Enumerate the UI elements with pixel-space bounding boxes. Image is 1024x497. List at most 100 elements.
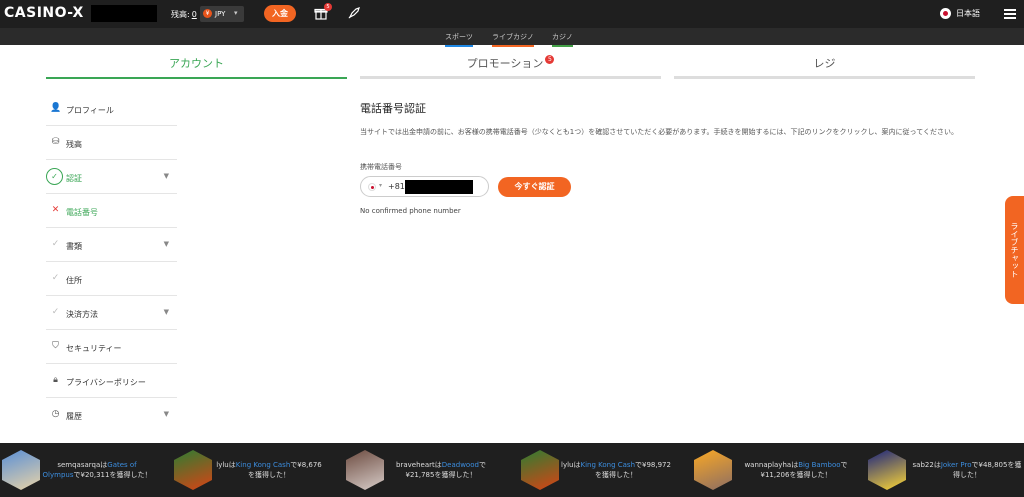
winner-text: semqasarqaはGates of Olympusで¥20,311を獲得した… [42, 461, 152, 479]
sidebar-item-label: プライバシーポリシー [66, 378, 146, 387]
sidebar-item-label: 電話番号 [66, 208, 98, 217]
sidebar-item-label: 決済方法 [66, 310, 98, 319]
winner-text: wannaplayhaはBig Bambooで¥11,206を獲得した！ [744, 461, 848, 479]
subnav-live-casino[interactable]: ライブカジノ [492, 32, 534, 47]
win-amount: ¥21,785 [405, 471, 435, 479]
tab-account[interactable]: アカウント [46, 55, 347, 79]
chevron-down-icon[interactable]: ▾ [379, 182, 382, 189]
winner-text: lyluはKing Kong Cashで¥98,972を獲得した！ [561, 461, 671, 479]
balance-value[interactable]: 0 [192, 10, 197, 19]
game-thumbnail[interactable] [521, 450, 559, 490]
winner-text-post: を獲得した！ [595, 471, 637, 479]
phone-number-input[interactable]: ▾ +81 [360, 176, 489, 197]
lock-icon: 🔒︎ [53, 375, 58, 385]
coins-icon: ⛁ [51, 137, 60, 147]
winner-user: lylu [561, 461, 574, 469]
language-selector[interactable]: 日本語 [940, 8, 980, 19]
verify-now-button[interactable]: 今すぐ認証 [498, 177, 571, 197]
sidebar-item-balance[interactable]: ⛁ 残高 [46, 126, 177, 160]
page-title: 電話番号認証 [360, 102, 426, 115]
win-amount: ¥48,805 [978, 461, 1008, 469]
live-chat-button[interactable]: ライブチャット [1005, 196, 1024, 304]
tab-account-label: アカウント [169, 57, 224, 70]
sidebar-item-label: 認証 [66, 174, 82, 183]
win-amount: ¥8,676 [297, 461, 322, 469]
shield-icon: ⛉ [52, 341, 59, 351]
game-link[interactable]: Big Bamboo [798, 461, 840, 469]
chevron-down-icon: ▼ [163, 308, 169, 316]
redacted-username [91, 5, 157, 22]
win-amount: ¥98,972 [642, 461, 671, 469]
winner-text-pre: で [971, 461, 979, 469]
sidebar-item-profile[interactable]: 👤 プロフィール [46, 92, 177, 126]
sidebar-item-label: 住所 [66, 276, 82, 285]
verified-user-icon: ✓ [46, 168, 63, 185]
currency-select[interactable]: ¥ JPY ▾ [200, 6, 244, 22]
game-thumbnail[interactable] [346, 450, 384, 490]
game-link[interactable]: King Kong Cash [236, 461, 291, 469]
tab-cashier[interactable]: レジ [674, 55, 975, 79]
sidebar-item-payment-methods[interactable]: ✓ 決済方法 ▼ [46, 296, 177, 330]
japan-flag-icon [940, 8, 951, 19]
hamburger-menu-icon[interactable] [1004, 9, 1016, 19]
phone-field-label: 携帯電話番号 [360, 163, 402, 171]
cross-icon: ✕ [51, 205, 60, 215]
sidebar-item-security[interactable]: ⛉ セキュリティー [46, 330, 177, 364]
sidebar-item-phone-number[interactable]: ✕ 電話番号 [46, 194, 177, 228]
chevron-down-icon: ▼ [163, 240, 169, 248]
recent-winners-bar: semqasarqaはGates of Olympusで¥20,311を獲得した… [0, 443, 1024, 497]
game-thumbnail[interactable] [174, 450, 212, 490]
sub-nav: スポーツ ライブカジノ カジノ [0, 28, 1024, 47]
japan-flag-icon [368, 183, 376, 191]
yen-coin-icon: ¥ [203, 9, 212, 18]
sidebar-item-documents[interactable]: ✓ 書類 ▼ [46, 228, 177, 262]
game-link[interactable]: Joker Pro [941, 461, 972, 469]
winner-text-pre: で [478, 461, 486, 469]
verification-description: 当サイトでは出金申請の前に、お客様の携帯電話番号（少なくとも1つ）を確認させてい… [360, 128, 958, 136]
game-thumbnail[interactable] [694, 450, 732, 490]
subnav-sports[interactable]: スポーツ [445, 32, 473, 47]
deposit-button[interactable]: 入金 [264, 5, 296, 22]
chevron-down-icon: ▼ [163, 410, 169, 418]
clock-icon: ◷ [51, 409, 60, 419]
country-code: +81 [388, 182, 405, 191]
winner-text: lyluはKing Kong Cashで¥8,676を獲得した！ [216, 461, 322, 479]
sidebar-item-verification[interactable]: ✓ 認証 ▼ [46, 160, 177, 194]
language-label: 日本語 [956, 9, 980, 18]
game-thumbnail[interactable] [868, 450, 906, 490]
check-icon: ✓ [51, 239, 60, 249]
tab-cashier-label: レジ [813, 57, 836, 70]
win-amount: ¥20,311 [80, 471, 110, 479]
game-link[interactable]: King Kong Cash [580, 461, 635, 469]
balance-display: 残高: 0 [171, 9, 197, 20]
winner-user: lylu [216, 461, 229, 469]
sidebar-item-history[interactable]: ◷ 履歴 ▼ [46, 398, 177, 432]
winner-user: semqasarqa [57, 461, 101, 469]
game-link[interactable]: Deadwood [442, 461, 479, 469]
win-amount: ¥11,206 [760, 471, 790, 479]
balance-label: 残高: [171, 10, 190, 19]
promotion-badge: 5 [545, 55, 555, 64]
winner-text-post: を獲得した！ [434, 471, 477, 479]
game-thumbnail[interactable] [2, 450, 40, 490]
tab-promotion-label: プロモーション [466, 57, 544, 70]
winner-user: braveheart [396, 461, 435, 469]
winner-text-pre: で [840, 461, 848, 469]
subnav-casino[interactable]: カジノ [552, 32, 573, 47]
rocket-icon[interactable] [347, 6, 361, 20]
winner-text: sab22はJoker Proで¥48,805を獲得した！ [912, 461, 1022, 479]
sidebar-item-address[interactable]: ✓ 住所 [46, 262, 177, 296]
redacted-phone-number [405, 180, 473, 194]
winner-text-post: を獲得した！ [789, 471, 832, 479]
currency-code: JPY [215, 10, 226, 18]
winner-user: sab22 [912, 461, 934, 469]
sidebar-item-privacy-policy[interactable]: 🔒︎ プライバシーポリシー [46, 364, 177, 398]
chevron-down-icon: ▾ [234, 9, 238, 17]
tab-promotion[interactable]: プロモーション 5 [360, 55, 661, 79]
chevron-down-icon: ▼ [163, 172, 169, 180]
winner-text-pre: で [73, 471, 81, 479]
gift-badge: 5 [324, 3, 332, 11]
sidebar-item-label: 書類 [66, 242, 82, 251]
sidebar-item-label: セキュリティー [66, 344, 122, 353]
site-logo[interactable]: CASINO-X [4, 5, 84, 21]
